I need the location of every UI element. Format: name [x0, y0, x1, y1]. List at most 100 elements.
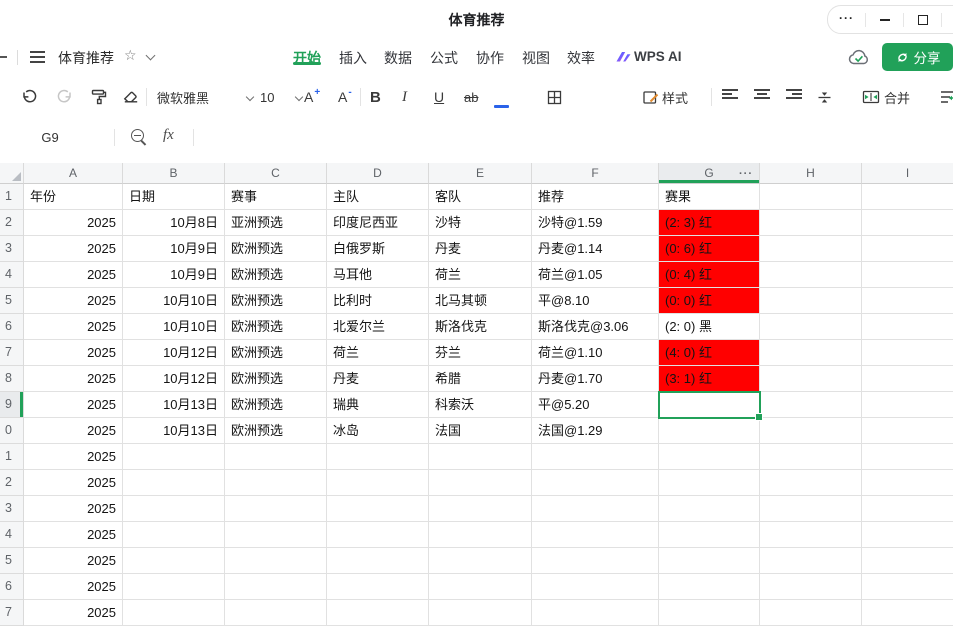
cell-I2[interactable] [862, 210, 953, 236]
cell-I15[interactable] [862, 548, 953, 574]
search-icon[interactable] [131, 129, 144, 142]
cell-C12[interactable] [225, 470, 327, 496]
cell-A12[interactable]: 2025 [24, 470, 123, 496]
cell-E12[interactable] [429, 470, 532, 496]
tab-insert[interactable]: 插入 [336, 48, 370, 68]
cell-G8[interactable]: (3: 1) 红 [659, 366, 760, 392]
restore-button[interactable] [904, 6, 941, 33]
cell-E16[interactable] [429, 574, 532, 600]
cell-B16[interactable] [123, 574, 225, 600]
cell-G11[interactable] [659, 444, 760, 470]
cell-H11[interactable] [760, 444, 862, 470]
cell-C5[interactable]: 欧洲预选 [225, 288, 327, 314]
cell-G7[interactable]: (4: 0) 红 [659, 340, 760, 366]
cell-F17[interactable] [532, 600, 659, 626]
cell-C4[interactable]: 欧洲预选 [225, 262, 327, 288]
merge-cells-button[interactable]: 合并 [884, 87, 910, 107]
cell-D3[interactable]: 白俄罗斯 [327, 236, 429, 262]
fx-button[interactable]: fx [163, 127, 174, 144]
cell-H5[interactable] [760, 288, 862, 314]
cell-H9[interactable] [760, 392, 862, 418]
row-header-8[interactable]: 8 [0, 366, 24, 392]
cell-H13[interactable] [760, 496, 862, 522]
cell-C9[interactable]: 欧洲预选 [225, 392, 327, 418]
cell-B15[interactable] [123, 548, 225, 574]
cell-D9[interactable]: 瑞典 [327, 392, 429, 418]
cell-A14[interactable]: 2025 [24, 522, 123, 548]
cell-F15[interactable] [532, 548, 659, 574]
cell-A17[interactable]: 2025 [24, 600, 123, 626]
cell-I12[interactable] [862, 470, 953, 496]
cell-C1[interactable]: 赛事 [225, 184, 327, 210]
cell-G15[interactable] [659, 548, 760, 574]
cell-A13[interactable]: 2025 [24, 496, 123, 522]
cell-D8[interactable]: 丹麦 [327, 366, 429, 392]
column-menu-button[interactable]: ··· [739, 163, 753, 184]
cell-F7[interactable]: 荷兰@1.10 [532, 340, 659, 366]
cell-I4[interactable] [862, 262, 953, 288]
cell-H4[interactable] [760, 262, 862, 288]
cell-A9[interactable]: 2025 [24, 392, 123, 418]
cell-G14[interactable] [659, 522, 760, 548]
cell-F14[interactable] [532, 522, 659, 548]
cell-I11[interactable] [862, 444, 953, 470]
align-middle-icon[interactable] [754, 87, 770, 107]
cell-E7[interactable]: 芬兰 [429, 340, 532, 366]
cell-I16[interactable] [862, 574, 953, 600]
wps-ai-logo-icon[interactable] [615, 49, 632, 65]
row-header-14[interactable]: 4 [0, 522, 24, 548]
cell-F6[interactable]: 斯洛伐克@3.06 [532, 314, 659, 340]
tab-view[interactable]: 视图 [519, 48, 553, 68]
cell-E8[interactable]: 希腊 [429, 366, 532, 392]
favorite-star-icon[interactable]: ☆ [124, 47, 137, 64]
cell-E11[interactable] [429, 444, 532, 470]
cell-F12[interactable] [532, 470, 659, 496]
row-header-17[interactable]: 7 [0, 600, 24, 626]
row-header-2[interactable]: 2 [0, 210, 24, 236]
cell-C17[interactable] [225, 600, 327, 626]
cell-H2[interactable] [760, 210, 862, 236]
cell-H6[interactable] [760, 314, 862, 340]
cell-A11[interactable]: 2025 [24, 444, 123, 470]
back-arrow-icon[interactable] [0, 56, 7, 58]
cell-E5[interactable]: 北马其顿 [429, 288, 532, 314]
cell-I14[interactable] [862, 522, 953, 548]
cell-B7[interactable]: 10月12日 [123, 340, 225, 366]
column-header-G[interactable]: G··· [659, 163, 760, 184]
row-header-12[interactable]: 2 [0, 470, 24, 496]
cell-I5[interactable] [862, 288, 953, 314]
undo-button[interactable] [20, 87, 38, 107]
cell-F16[interactable] [532, 574, 659, 600]
cell-E17[interactable] [429, 600, 532, 626]
cell-E6[interactable]: 斯洛伐克 [429, 314, 532, 340]
cell-H7[interactable] [760, 340, 862, 366]
row-header-10[interactable]: 0 [0, 418, 24, 444]
cell-H3[interactable] [760, 236, 862, 262]
cell-B1[interactable]: 日期 [123, 184, 225, 210]
share-button[interactable]: 分享 [882, 43, 953, 71]
cell-E9[interactable]: 科索沃 [429, 392, 532, 418]
cell-A7[interactable]: 2025 [24, 340, 123, 366]
cell-B14[interactable] [123, 522, 225, 548]
cell-D7[interactable]: 荷兰 [327, 340, 429, 366]
doc-title-chevron-down-icon[interactable] [146, 51, 156, 61]
cell-G13[interactable] [659, 496, 760, 522]
cell-B11[interactable] [123, 444, 225, 470]
italic-button[interactable]: I [402, 87, 407, 107]
cell-G10[interactable] [659, 418, 760, 444]
cell-H16[interactable] [760, 574, 862, 600]
cell-E13[interactable] [429, 496, 532, 522]
cell-H10[interactable] [760, 418, 862, 444]
cell-G9[interactable] [659, 392, 760, 418]
cell-H17[interactable] [760, 600, 862, 626]
cell-D10[interactable]: 冰岛 [327, 418, 429, 444]
cell-F2[interactable]: 沙特@1.59 [532, 210, 659, 236]
cell-H8[interactable] [760, 366, 862, 392]
underline-button[interactable]: U [434, 87, 444, 107]
cell-style-button[interactable]: 样式 [662, 87, 688, 107]
cell-F10[interactable]: 法国@1.29 [532, 418, 659, 444]
align-bottom-icon[interactable] [786, 87, 802, 107]
cell-I3[interactable] [862, 236, 953, 262]
minimize-button[interactable] [866, 6, 903, 33]
cell-C10[interactable]: 欧洲预选 [225, 418, 327, 444]
